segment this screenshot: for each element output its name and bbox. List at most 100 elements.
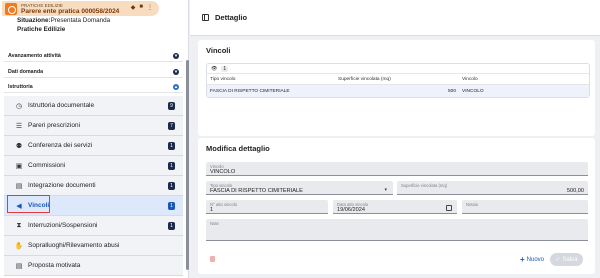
- count-badge: 1: [168, 182, 175, 190]
- salva-button[interactable]: ✓ Salva: [550, 253, 583, 266]
- arrow-down-icon[interactable]: ◆: [131, 4, 136, 11]
- table-row[interactable]: FASCIA DI RISPETTO CIMITERIALE 500 VINCO…: [207, 85, 589, 97]
- menu-item-label: Vincoli: [28, 202, 50, 209]
- table-toolbar: 👁 1: [207, 64, 589, 74]
- detail-title: Dettaglio: [215, 13, 248, 22]
- menu-item-label: Interruzioni/Sospensioni: [28, 222, 98, 229]
- left-scrollbar[interactable]: [185, 40, 189, 270]
- banner-title: Parere ente pratica 000058/2024: [21, 7, 120, 15]
- calendar-icon[interactable]: [446, 205, 452, 211]
- more-icon[interactable]: ⋮: [147, 4, 153, 11]
- section-istruttoria[interactable]: Istruttoria ▴: [4, 81, 183, 93]
- stop-icon[interactable]: ■: [139, 4, 143, 11]
- handshake-icon: ✋: [14, 242, 24, 250]
- cell-vincolo: VINCOLO: [462, 88, 484, 94]
- modifica-card: Modifica dettaglio Vincolo VINCOLO Tipo …: [198, 138, 595, 274]
- chevron-down-icon: ▾: [173, 52, 179, 59]
- menu-item-pareri-prescrizioni[interactable]: ☰ Pareri prescrizioni 7: [4, 116, 183, 136]
- field-value: 19/06/2024: [337, 207, 365, 213]
- menu-item-sopralluoghi[interactable]: ✋ Sopralluoghi/Rilevamento abusi: [4, 236, 183, 256]
- briefcase-icon: ▣: [15, 162, 23, 170]
- menu-item-istruttoria-documentale[interactable]: ◷ Istruttoria documentale 9: [4, 96, 183, 116]
- count-badge: 1: [168, 202, 175, 210]
- practice-category: Pratiche Edilizie: [17, 25, 66, 33]
- col-vincolo[interactable]: Vincolo: [459, 77, 589, 82]
- tipo-vincolo-select[interactable]: Tipo vincolo FASCIA DI RISPETTO CIMITERI…: [206, 181, 393, 195]
- chevron-down-icon: ▾: [384, 187, 387, 193]
- eye-icon[interactable]: 👁: [211, 66, 217, 72]
- menu-item-label: Pareri prescrizioni: [28, 122, 81, 129]
- vincolo-field[interactable]: Vincolo VINCOLO: [206, 162, 588, 176]
- field-label: Note: [210, 221, 219, 226]
- count-badge: 7: [168, 122, 175, 130]
- list-icon: ☰: [15, 122, 23, 130]
- banner-actions: ◆ ■ ⋮: [131, 4, 153, 11]
- trash-icon[interactable]: [210, 256, 215, 262]
- modifica-title: Modifica dettaglio: [206, 144, 270, 153]
- table-header: Tipo vincolo Superficie vincolata (mq) V…: [207, 74, 589, 85]
- practice-banner[interactable]: PRATICHE EDILIZIE Parere ente pratica 00…: [2, 1, 159, 16]
- menu-item-vincoli[interactable]: ◀ Vincoli 1: [4, 196, 183, 216]
- cell-superficie: 500: [447, 88, 456, 94]
- section-dati-domanda-label: Dati domanda: [8, 68, 44, 75]
- hourglass-icon: ⧗: [16, 221, 22, 229]
- nuovo-label: Nuovo: [526, 256, 545, 263]
- field-value: 500,00: [566, 188, 584, 194]
- section-dati-domanda[interactable]: Dati domanda ▾: [4, 66, 183, 78]
- chevron-up-icon: ▴: [173, 83, 179, 90]
- notaio-field[interactable]: Notaio: [462, 200, 588, 214]
- situazione-label: Situazione:: [17, 17, 51, 24]
- detail-header: Dettaglio: [190, 0, 600, 36]
- situazione-value: Presentata Domanda: [50, 17, 111, 24]
- app-logo-icon: [5, 2, 17, 15]
- menu-item-label: Istruttoria documentale: [28, 102, 95, 109]
- practice-info: Situazione:Presentata Domanda Pratiche E…: [17, 17, 110, 34]
- atto-vincolo-field[interactable]: N° atto vincolo 1: [206, 200, 328, 214]
- field-value: 1: [210, 207, 214, 213]
- count-badge: 1: [168, 222, 175, 230]
- app-root: Situazione:Presentata Domanda Pratiche E…: [0, 0, 600, 278]
- menu-item-interruzioni-sospensioni[interactable]: ⧗ Interruzioni/Sospensioni 1: [4, 216, 183, 236]
- superficie-field[interactable]: Superficie vincolata (mq) 500,00: [397, 181, 588, 195]
- menu-item-label: Commissioni: [28, 162, 66, 169]
- vincoli-card: Vincoli 👁 1 Tipo vincolo Superficie vinc…: [198, 40, 595, 136]
- menu-item-label: Sopralluoghi/Rilevamento abusi: [28, 242, 120, 249]
- count-badge: 1: [168, 162, 175, 170]
- menu-item-integrazione-documenti[interactable]: ▤ Integrazione documenti 1: [4, 176, 183, 196]
- section-avanzamento-label: Avanzamento attività: [8, 52, 61, 59]
- scrollbar-thumb[interactable]: [186, 60, 189, 270]
- clock-doc-icon: ◷: [15, 102, 23, 110]
- menu-item-conferenza-servizi[interactable]: ⚉ Conferenza dei servizi 1: [4, 136, 183, 156]
- menu-item-label: Proposta motivata: [28, 262, 81, 269]
- data-atto-field[interactable]: Data atto vincolo 19/06/2024: [333, 200, 457, 214]
- vincoli-title: Vincoli: [206, 46, 231, 55]
- note-field[interactable]: Note: [206, 219, 588, 241]
- cell-tipo: FASCIA DI RISPETTO CIMITERIALE: [210, 88, 290, 94]
- nuovo-button[interactable]: + Nuovo: [516, 253, 548, 266]
- col-superficie[interactable]: Superficie vincolata (mq): [335, 77, 459, 82]
- check-icon: ✓: [555, 257, 561, 263]
- people-icon: ⚉: [15, 142, 23, 150]
- istruttoria-menu: ◷ Istruttoria documentale 9 ☰ Pareri pre…: [4, 96, 183, 276]
- menu-item-label: Conferenza dei servizi: [28, 142, 93, 149]
- count-badge: 9: [168, 102, 175, 110]
- document-icon: ▤: [15, 262, 23, 270]
- menu-item-proposta-motivata[interactable]: ▤ Proposta motivata: [4, 256, 183, 276]
- count-badge: 1: [168, 142, 175, 150]
- field-value: FASCIA DI RISPETTO CIMITERIALE: [210, 188, 303, 194]
- menu-item-commissioni[interactable]: ▣ Commissioni 1: [4, 156, 183, 176]
- field-label: Notaio: [466, 202, 479, 207]
- section-istruttoria-label: Istruttoria: [8, 83, 33, 90]
- vincoli-table: 👁 1 Tipo vincolo Superficie vincolata (m…: [206, 63, 590, 98]
- detail-panel: Dettaglio Vincoli 👁 1 Tipo vincolo Super…: [190, 0, 600, 278]
- salva-label: Salva: [562, 256, 578, 263]
- section-avanzamento[interactable]: Avanzamento attività ▾: [4, 50, 183, 62]
- chevron-down-icon: ▾: [173, 68, 179, 75]
- field-value: VINCOLO: [210, 169, 236, 175]
- panel-toggle-icon[interactable]: [202, 14, 209, 21]
- col-tipo-vincolo[interactable]: Tipo vincolo: [207, 77, 335, 82]
- menu-item-label: Integrazione documenti: [28, 182, 96, 189]
- left-panel: Situazione:Presentata Domanda Pratiche E…: [0, 0, 189, 278]
- form-actions: + Nuovo ✓ Salva: [198, 248, 595, 270]
- megaphone-icon: ◀: [16, 202, 22, 210]
